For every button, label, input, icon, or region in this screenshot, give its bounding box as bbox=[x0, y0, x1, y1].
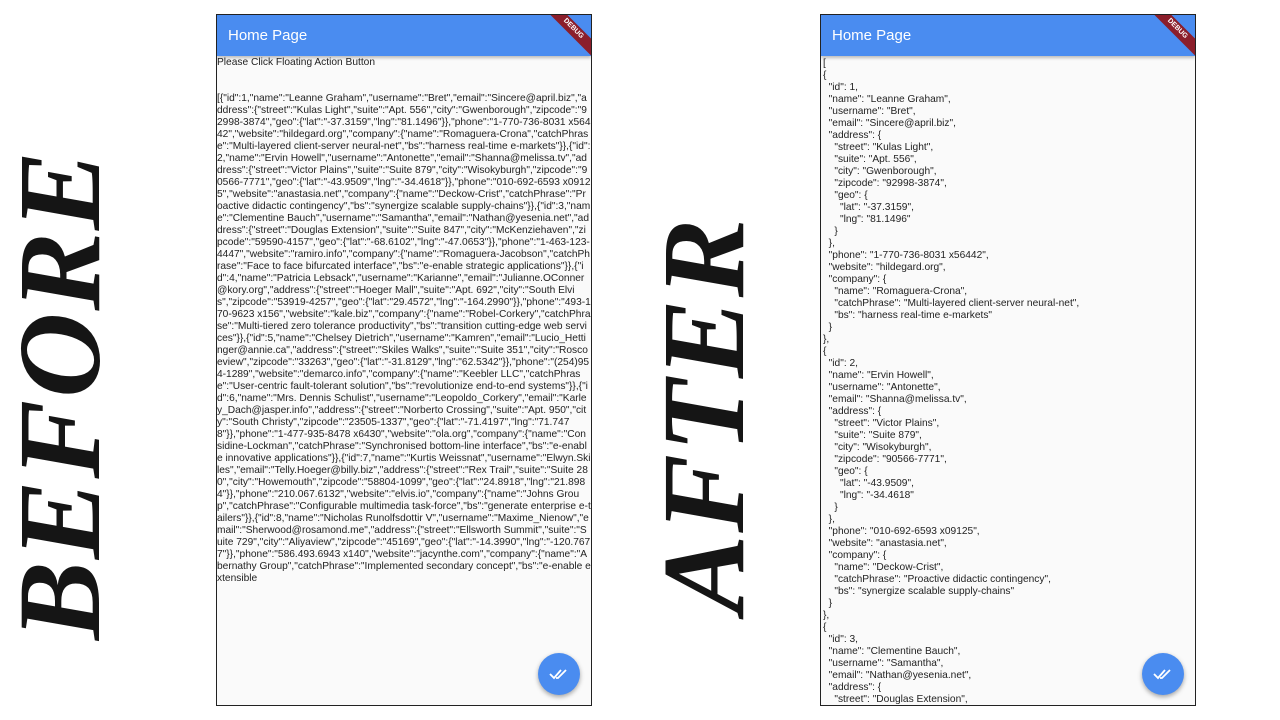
page-title: Home Page bbox=[228, 27, 308, 44]
after-phone-screen: Home Page DEBUG [ { "id": 1, "name": "Le… bbox=[820, 14, 1196, 706]
instruction-text: Please Click Floating Action Button bbox=[217, 57, 375, 68]
before-label: BEFORE bbox=[0, 149, 125, 640]
raw-json-text: [{"id":1,"name":"Leanne Graham","usernam… bbox=[217, 93, 591, 584]
debug-banner: DEBUG bbox=[1150, 15, 1195, 56]
floating-action-button[interactable] bbox=[538, 653, 580, 695]
floating-action-button[interactable] bbox=[1142, 653, 1184, 695]
debug-banner: DEBUG bbox=[546, 15, 591, 56]
after-label: AFTER bbox=[638, 216, 769, 614]
page-title: Home Page bbox=[832, 27, 912, 44]
pretty-json-text: [ { "id": 1, "name": "Leanne Graham", "u… bbox=[823, 58, 1080, 705]
double-check-icon bbox=[1153, 669, 1171, 680]
before-phone-screen: Home Page DEBUG Please Click Floating Ac… bbox=[216, 14, 592, 706]
app-bar: Home Page DEBUG bbox=[217, 15, 591, 56]
app-bar: Home Page DEBUG bbox=[821, 15, 1195, 56]
double-check-icon bbox=[549, 669, 567, 680]
